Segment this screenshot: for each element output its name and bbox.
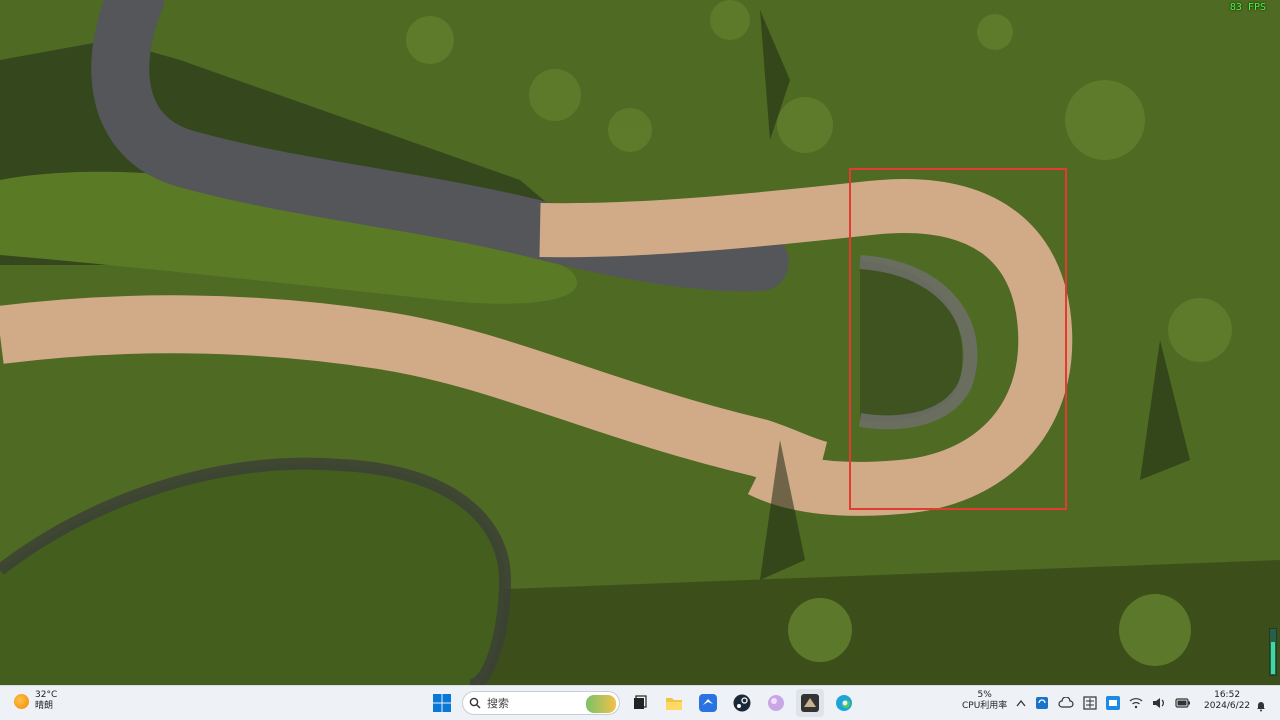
task-view-icon [634,695,647,709]
bird-icon [699,694,717,712]
search-icon [469,697,481,709]
cpu-usage[interactable]: 5% CPU利用率 [962,690,1007,712]
edge-button[interactable] [830,689,858,717]
start-button[interactable] [428,689,456,717]
weather-widget[interactable]: 32°C 晴朗 [14,690,57,712]
notification-bell-icon[interactable] [1255,697,1267,716]
folder-icon [666,698,682,710]
cpu-value: 5% [977,690,992,700]
task-view-button[interactable] [626,689,654,717]
search-box[interactable]: 搜索 [462,691,620,715]
game-icon [801,694,819,712]
clock[interactable]: 16:52 2024/6/22 [1204,690,1250,712]
game-button[interactable] [796,689,824,717]
cloud-icon[interactable] [1058,697,1074,709]
volume-icon[interactable] [1152,697,1166,709]
system-tray [1016,692,1191,714]
clock-date: 2024/6/22 [1204,701,1251,711]
battery-icon[interactable] [1175,698,1191,708]
cpu-label: CPU利用率 [962,701,1008,711]
weather-temp: 32°C [35,690,58,700]
weather-desc: 晴朗 [35,701,54,711]
highlight-box [849,168,1067,510]
app-bird-button[interactable] [694,689,722,717]
sun-icon [14,693,29,709]
steam-icon [733,694,751,712]
taskbar-center: 搜索 [428,688,858,718]
search-highlight-icon [586,695,616,713]
wifi-icon[interactable] [1129,697,1143,709]
steam-button[interactable] [728,689,756,717]
ime-icon[interactable] [1083,696,1097,710]
game-viewport[interactable] [0,0,1280,685]
side-meter [1269,628,1277,676]
chevron-up-icon[interactable] [1016,699,1026,707]
windows-logo-icon [433,694,451,712]
file-explorer-button[interactable] [660,689,688,717]
app-du-icon[interactable] [1106,696,1120,710]
side-meter-fill [1271,641,1275,674]
search-placeholder: 搜索 [487,697,509,710]
app-orb-button[interactable] [762,689,790,717]
orb-icon [768,695,784,711]
edge-icon [836,695,852,711]
fps-counter: 83 FPS [1229,2,1266,13]
clock-time: 16:52 [1214,690,1241,700]
sync-icon[interactable] [1035,696,1049,710]
taskbar: 32°C 晴朗 搜索 5% CPU利用率 16:52 2024/6/22 [0,685,1280,720]
